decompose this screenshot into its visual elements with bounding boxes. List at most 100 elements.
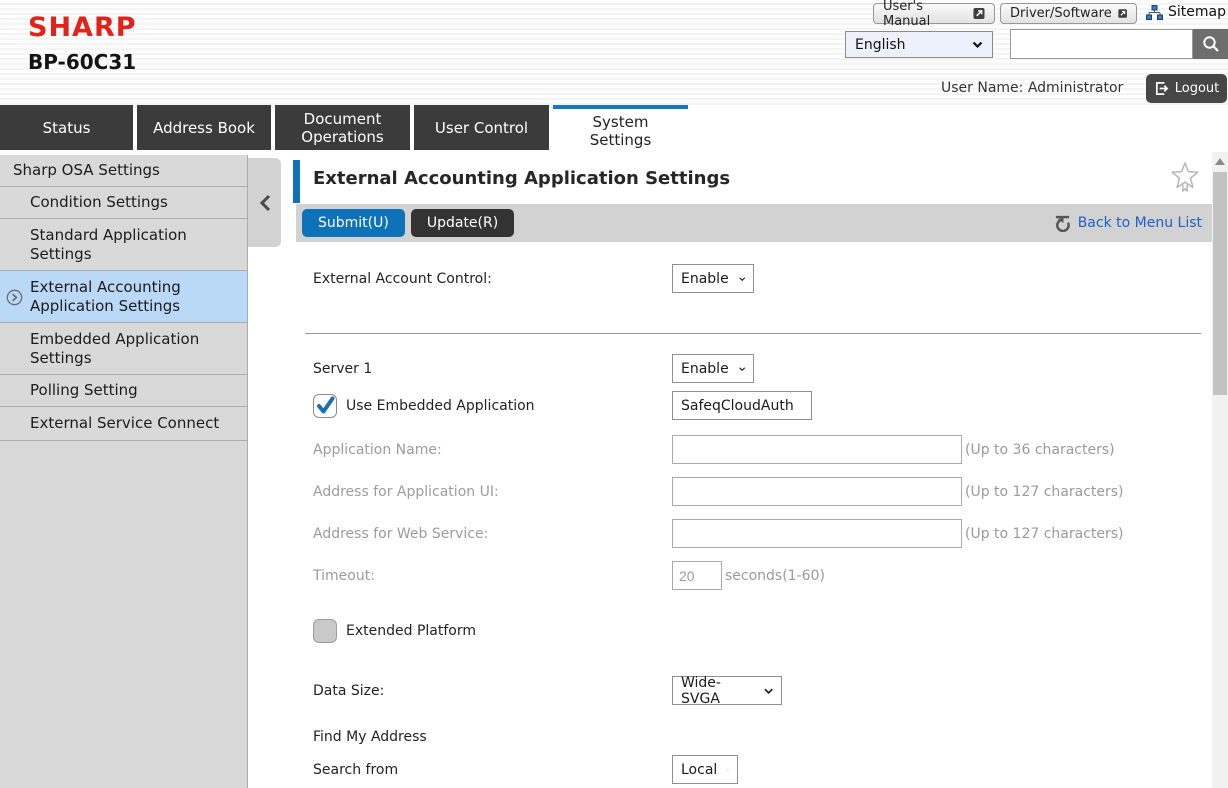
update-button[interactable]: Update(R): [411, 209, 514, 237]
search-input[interactable]: [1010, 29, 1193, 59]
sidebar-item-embedded-application-settings[interactable]: Embedded Application Settings: [0, 323, 247, 375]
address-web-service-input[interactable]: [672, 519, 962, 548]
address-web-service-hint: (Up to 127 characters): [965, 526, 1124, 542]
extended-platform-checkbox[interactable]: [313, 619, 337, 643]
tab-address-book[interactable]: Address Book: [137, 105, 271, 150]
sidebar-item-condition-settings[interactable]: Condition Settings: [0, 187, 247, 219]
language-value: English: [855, 37, 906, 53]
chevron-left-icon: [258, 193, 272, 213]
extended-platform-label: Extended Platform: [346, 623, 476, 639]
driver-software-button[interactable]: Driver/Software: [1000, 3, 1137, 24]
address-application-ui-label: Address for Application UI:: [313, 484, 672, 500]
check-icon: [313, 394, 337, 418]
sidebar-item-external-service-connect[interactable]: External Service Connect: [0, 407, 247, 441]
sidebar-collapse-button[interactable]: [248, 158, 281, 247]
select-value: SafeqCloudAuth: [681, 398, 794, 414]
chevron-down-icon: [739, 366, 745, 372]
sharp-logo: SHARP: [28, 12, 137, 43]
find-my-address-label: Find My Address: [313, 729, 672, 745]
language-select[interactable]: English: [845, 31, 993, 58]
sidebar-item-label: Sharp OSA Settings: [13, 161, 160, 180]
external-account-control-select[interactable]: Enable: [672, 264, 754, 293]
vertical-scrollbar[interactable]: [1212, 152, 1228, 788]
row-application-name: Application Name: (Up to 36 characters): [313, 435, 1115, 464]
search-button[interactable]: [1193, 29, 1228, 59]
back-to-menu-list-link[interactable]: Back to Menu List: [1053, 215, 1206, 232]
tab-user-control[interactable]: User Control: [414, 105, 549, 150]
timeout-label: Timeout:: [313, 568, 672, 584]
server1-label: Server 1: [313, 361, 672, 377]
search-icon: [1202, 35, 1220, 53]
tab-label: Status: [43, 119, 91, 137]
chevron-down-icon: [727, 767, 729, 773]
header: SHARP BP-60C31 User's Manual Driver/Soft…: [0, 0, 1228, 105]
sidebar-item-sharp-osa-settings[interactable]: Sharp OSA Settings: [0, 155, 247, 187]
select-value: Local: [681, 762, 717, 778]
scroll-up-icon[interactable]: [1215, 158, 1225, 165]
application-name-label: Application Name:: [313, 442, 672, 458]
sitemap-label: Sitemap: [1168, 4, 1226, 20]
select-value: Wide-SVGA: [681, 675, 754, 707]
row-address-web-service: Address for Web Service: (Up to 127 char…: [313, 519, 1124, 548]
tab-label: System Settings: [561, 113, 680, 149]
user-name-label: User Name: Administrator: [941, 80, 1123, 96]
select-value: Enable: [681, 361, 729, 377]
use-embedded-application-label: Use Embedded Application: [346, 398, 535, 414]
application-name-hint: (Up to 36 characters): [965, 442, 1115, 458]
favorite-star-icon[interactable]: [1170, 161, 1200, 193]
sidebar-item-label: Polling Setting: [30, 381, 138, 400]
tab-status[interactable]: Status: [0, 105, 133, 150]
embedded-application-select[interactable]: SafeqCloudAuth: [672, 391, 812, 420]
sidebar-item-standard-application-settings[interactable]: Standard Application Settings: [0, 219, 247, 271]
data-size-label: Data Size:: [313, 683, 672, 699]
title-accent-bar: [293, 160, 300, 203]
tab-document-operations[interactable]: Document Operations: [275, 105, 410, 150]
model-name: BP-60C31: [28, 50, 136, 74]
tab-label: User Control: [435, 119, 528, 137]
tab-label: Document Operations: [283, 110, 402, 146]
sitemap-link[interactable]: Sitemap: [1146, 4, 1226, 20]
external-link-icon: [973, 7, 985, 20]
tab-system-settings[interactable]: System Settings: [553, 105, 688, 152]
use-embedded-application-checkbox[interactable]: [313, 394, 337, 418]
sidebar-item-label: External Service Connect: [30, 414, 219, 433]
sidebar-item-external-accounting-application-settings[interactable]: External Accounting Application Settings: [0, 271, 247, 323]
tab-label: Address Book: [153, 119, 255, 137]
data-size-select[interactable]: Wide-SVGA: [672, 676, 782, 705]
logout-icon: [1154, 81, 1169, 96]
sidebar-item-label: Condition Settings: [30, 193, 168, 212]
row-find-my-address: Find My Address: [313, 727, 672, 747]
sidebar-item-label: Standard Application Settings: [30, 226, 241, 264]
application-name-input[interactable]: [672, 435, 962, 464]
use-embedded-application-group: Use Embedded Application: [313, 394, 672, 418]
sitemap-icon: [1146, 5, 1163, 20]
main-tabbar: Status Address Book Document Operations …: [0, 105, 1228, 152]
section-divider: [305, 333, 1201, 334]
row-search-from: Search from Local: [313, 755, 738, 784]
back-to-menu-list-label: Back to Menu List: [1078, 215, 1202, 231]
page: SHARP BP-60C31 User's Manual Driver/Soft…: [0, 0, 1228, 788]
back-icon: [1053, 215, 1072, 232]
server1-select[interactable]: Enable: [672, 354, 754, 383]
scrollbar-thumb[interactable]: [1213, 172, 1227, 395]
users-manual-label: User's Manual: [883, 0, 967, 29]
driver-software-label: Driver/Software: [1010, 6, 1112, 21]
row-extended-platform: Extended Platform: [313, 616, 476, 645]
sidebar-item-polling-setting[interactable]: Polling Setting: [0, 375, 247, 407]
timeout-suffix: seconds(1-60): [725, 568, 825, 584]
sidebar-item-label: Embedded Application Settings: [30, 330, 241, 368]
logout-label: Logout: [1175, 81, 1220, 96]
sidebar-item-label: External Accounting Application Settings: [30, 278, 241, 316]
external-account-control-label: External Account Control:: [313, 271, 672, 287]
action-toolbar: Submit(U) Update(R) Back to Menu List: [296, 204, 1212, 242]
timeout-input[interactable]: [672, 561, 722, 590]
select-value: Enable: [681, 271, 729, 287]
chevron-down-icon: [739, 276, 745, 282]
submit-button[interactable]: Submit(U): [302, 209, 405, 237]
row-data-size: Data Size: Wide-SVGA: [313, 676, 782, 705]
address-application-ui-input[interactable]: [672, 477, 962, 506]
users-manual-button[interactable]: User's Manual: [873, 3, 995, 24]
logout-button[interactable]: Logout: [1146, 74, 1227, 103]
search-from-select[interactable]: Local: [672, 755, 738, 784]
page-title: External Accounting Application Settings: [313, 168, 730, 189]
